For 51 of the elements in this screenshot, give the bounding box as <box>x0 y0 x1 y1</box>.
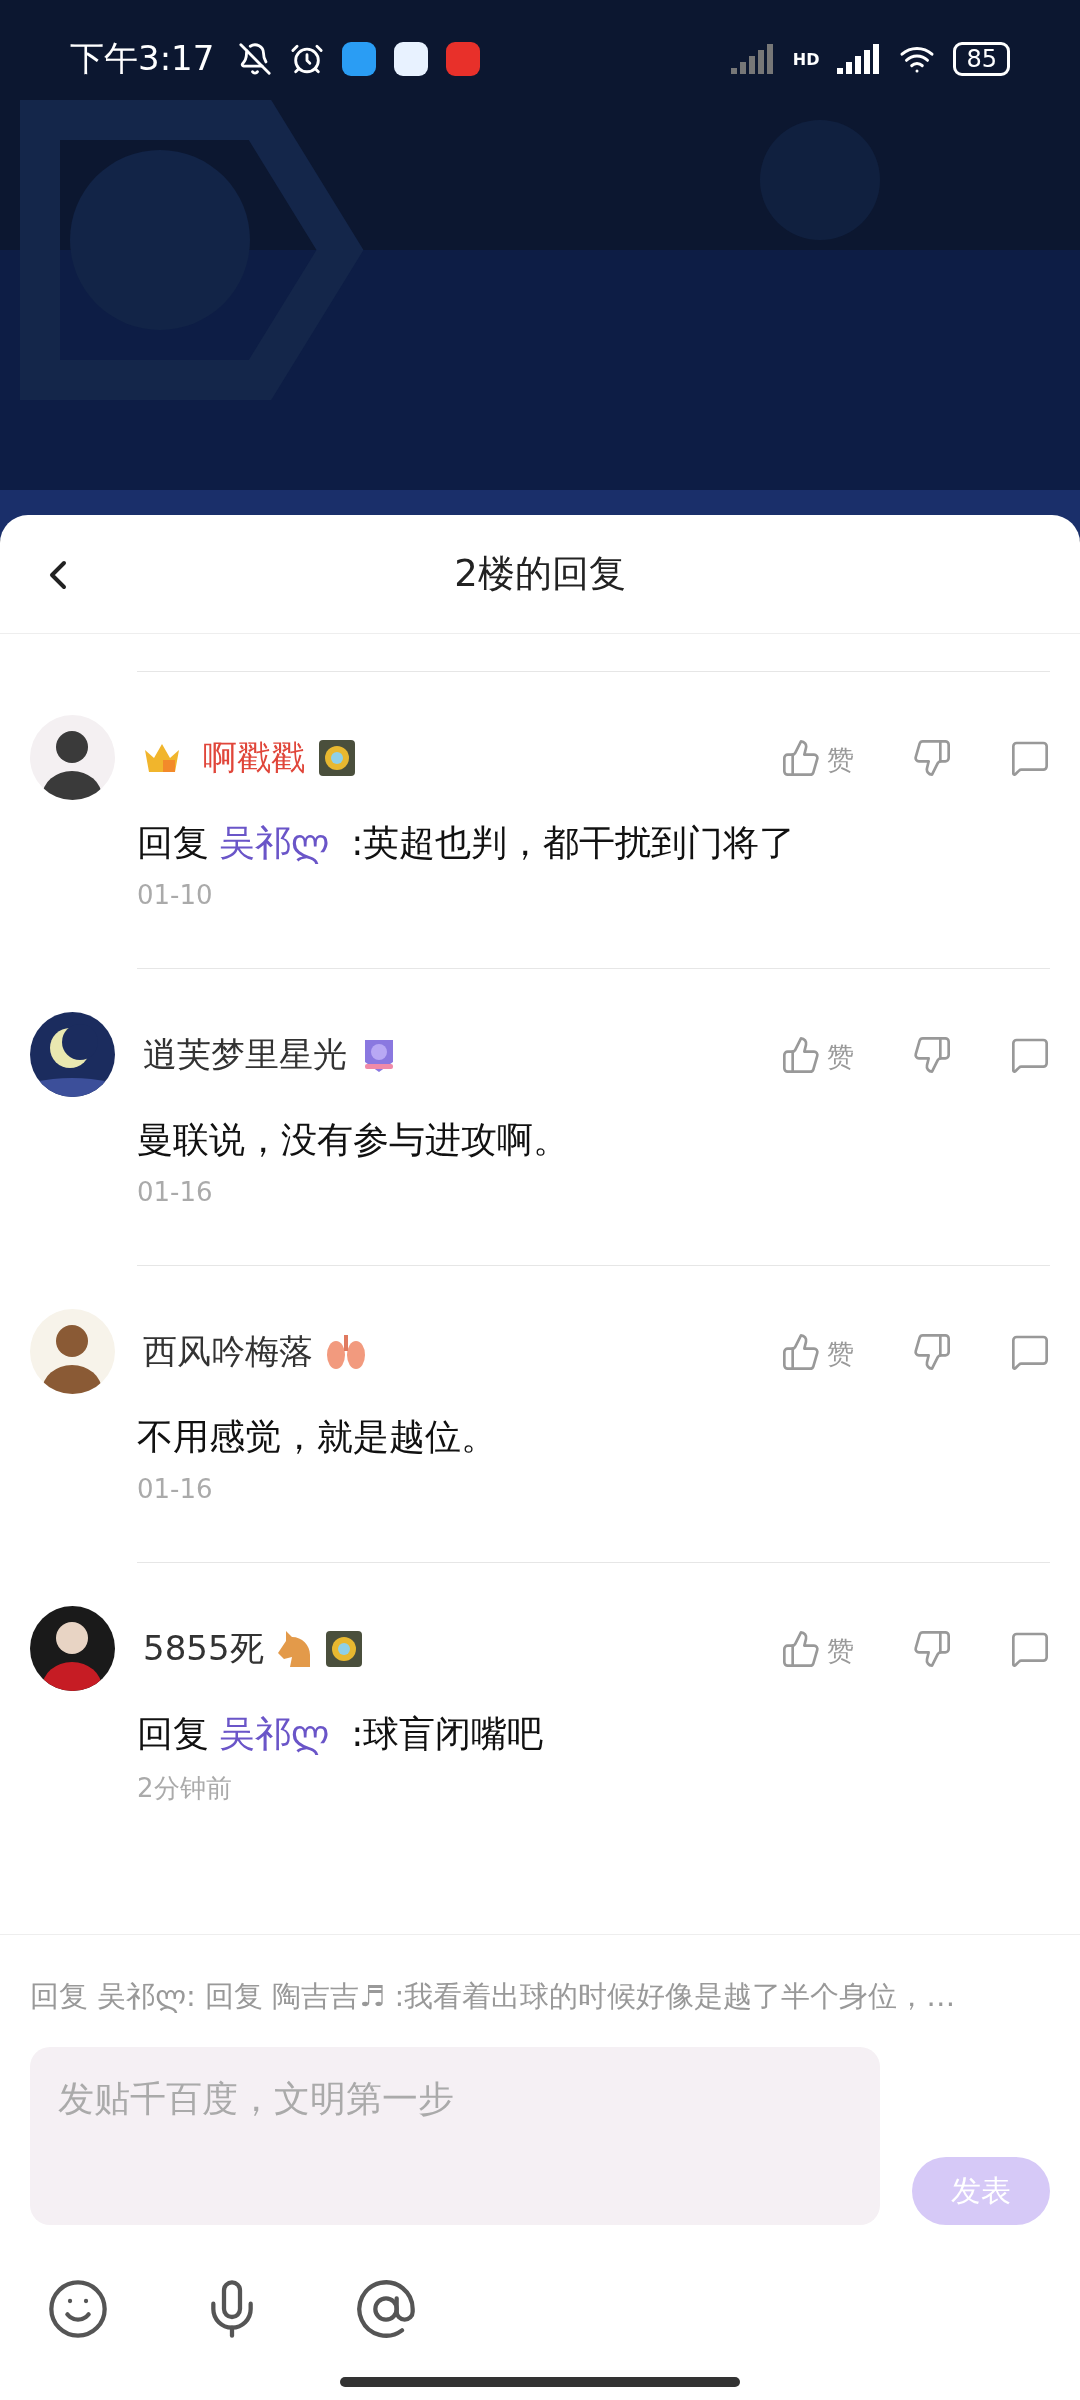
user-name[interactable]: 西风吟梅落 <box>143 1328 313 1375</box>
battery-level: 85 <box>953 42 1010 76</box>
signal-icon <box>730 44 775 74</box>
comment-time: 01-16 <box>137 1474 214 1504</box>
thumbs-up-icon <box>781 1331 821 1372</box>
at-sign-icon <box>354 2277 418 2341</box>
thumbs-up-icon <box>781 1034 821 1075</box>
status-time: 下午3:17 <box>70 37 215 80</box>
reply-preview: 回复 吴祁ლ: 回复 陶吉吉♬ :我看着出球的时候好像是越了半个身位，… <box>30 1978 957 2015</box>
medal-icon <box>319 739 355 776</box>
comment-time: 2分钟前 <box>137 1772 233 1805</box>
comment-text: 回复 吴祁ლ :英超也判，都干扰到门将了 <box>137 821 797 866</box>
app-icon <box>394 42 429 76</box>
thumbs-down-icon <box>912 1034 952 1075</box>
dislike-button[interactable] <box>912 1331 952 1372</box>
medal-icon <box>325 1630 362 1667</box>
emoji-button[interactable] <box>46 2277 110 2341</box>
app-icon <box>446 42 481 76</box>
comment-text: 不用感觉，就是越位。 <box>137 1415 498 1459</box>
signal-icon <box>837 44 882 74</box>
dislike-button[interactable] <box>912 1628 952 1669</box>
comment-time: 01-16 <box>137 1177 214 1207</box>
user-name[interactable]: 5855死 <box>143 1625 264 1672</box>
user-name[interactable]: 逍芙梦里星光 <box>143 1031 347 1078</box>
app-icon <box>342 42 377 76</box>
like-button[interactable]: 赞 <box>781 1034 854 1075</box>
bell-off-icon <box>238 42 273 76</box>
like-button[interactable]: 赞 <box>781 737 854 778</box>
smile-icon <box>46 2277 110 2341</box>
user-name[interactable]: 啊戳戳 <box>203 734 305 781</box>
thumbs-down-icon <box>912 1331 952 1372</box>
thumbs-up-icon <box>781 737 821 778</box>
comment-time: 01-10 <box>137 880 214 910</box>
comment-text: 曼联说，没有参与进攻啊。 <box>137 1118 570 1162</box>
comment-text: 回复 吴祁ლ :球盲闭嘴吧 <box>137 1712 545 1757</box>
lungs-icon <box>327 1334 365 1369</box>
horse-icon <box>277 1630 312 1667</box>
dislike-button[interactable] <box>912 737 952 778</box>
network-type: HD <box>792 49 820 69</box>
thumbs-down-icon <box>912 737 952 778</box>
thumbs-up-icon <box>781 1628 821 1669</box>
like-button[interactable]: 赞 <box>781 1628 854 1669</box>
page-title: 2楼的回复 <box>454 551 626 597</box>
comment-input[interactable]: 发贴千百度，文明第一步 <box>30 2047 880 2225</box>
alarm-clock-icon <box>290 42 325 76</box>
like-button[interactable]: 赞 <box>781 1331 854 1372</box>
thumbs-down-icon <box>912 1628 952 1669</box>
dislike-button[interactable] <box>912 1034 952 1075</box>
user-mention-link[interactable]: 吴祁ლ <box>219 822 330 863</box>
user-mention-link[interactable]: 吴祁ლ <box>219 1713 330 1754</box>
mention-button[interactable] <box>354 2277 418 2341</box>
